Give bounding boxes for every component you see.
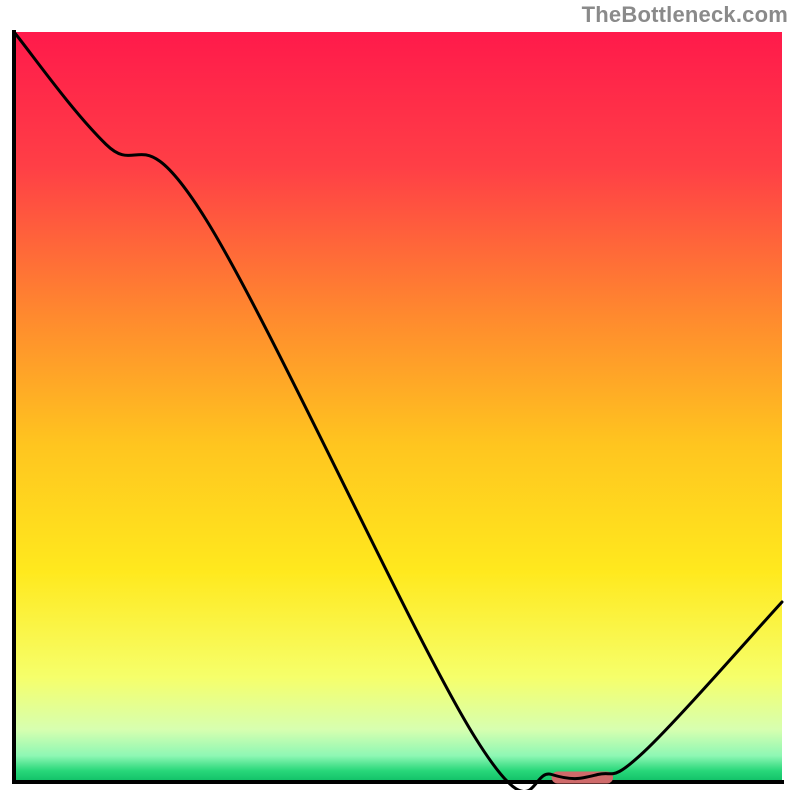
watermark-text: TheBottleneck.com xyxy=(582,2,788,28)
chart-svg xyxy=(8,28,788,790)
chart-container: TheBottleneck.com xyxy=(0,0,800,800)
chart-plot-area xyxy=(8,28,788,790)
chart-background-gradient xyxy=(14,32,782,782)
